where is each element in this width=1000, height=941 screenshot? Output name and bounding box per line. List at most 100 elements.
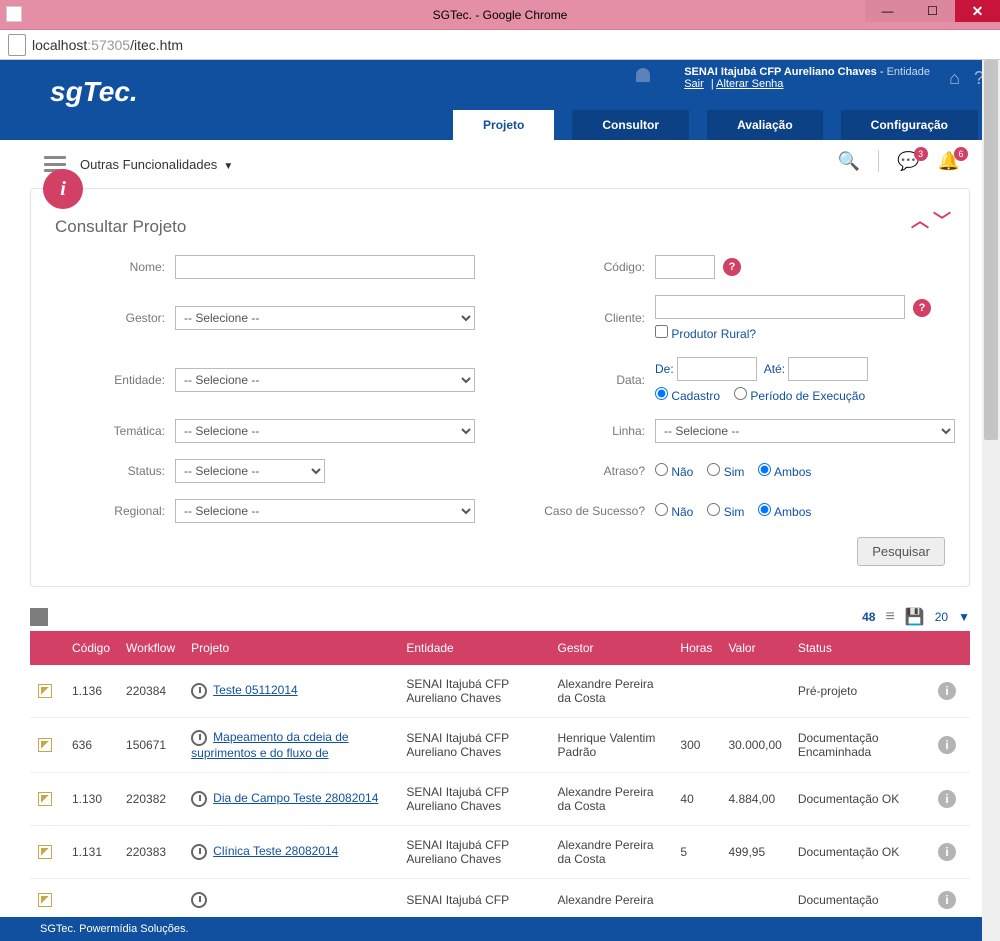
cell-status: Documentação OK	[790, 826, 930, 879]
page-size-caret[interactable]: ▼	[958, 610, 970, 624]
produtor-checkbox[interactable]	[655, 325, 668, 338]
codigo-help-icon[interactable]: ?	[723, 258, 741, 276]
divider	[878, 150, 879, 172]
scrollbar-thumb[interactable]	[984, 60, 998, 440]
project-link[interactable]: Clínica Teste 28082014	[213, 844, 338, 858]
collapse-down-icon[interactable]: ﹀	[933, 207, 951, 233]
toolbar: Outras Funcionalidades▼ 🔍 💬3 🔔6	[0, 140, 1000, 188]
nome-input[interactable]	[175, 255, 475, 279]
data-ate-input[interactable]	[788, 357, 868, 381]
window-minimize-button[interactable]: —	[865, 0, 910, 22]
nome-label: Nome:	[55, 260, 165, 274]
row-info-icon[interactable]: i	[938, 891, 956, 909]
cliente-help-icon[interactable]: ?	[913, 299, 931, 317]
row-info-icon[interactable]: i	[938, 736, 956, 754]
gestor-select[interactable]: -- Selecione --	[175, 306, 475, 330]
data-de-input[interactable]	[677, 357, 757, 381]
row-info-icon[interactable]: i	[938, 682, 956, 700]
edit-icon[interactable]	[38, 738, 52, 752]
cell-gestor: Alexandre Pereira da Costa	[550, 773, 673, 826]
regional-select[interactable]: -- Selecione --	[175, 499, 475, 523]
table-row[interactable]: 1.130220382Dia de Campo Teste 28082014SE…	[30, 773, 970, 826]
cell-codigo	[64, 879, 118, 922]
atraso-nao-radio[interactable]	[655, 463, 668, 476]
search-icon[interactable]: 🔍	[838, 151, 860, 172]
caso-nao-radio[interactable]	[655, 503, 668, 516]
page-icon	[6, 6, 22, 22]
notifications-icon[interactable]: 🔔6	[938, 151, 960, 172]
user-block: SENAI Itajubá CFP Aureliano Chaves - Ent…	[684, 66, 930, 90]
nav-tab-avaliação[interactable]: Avaliação	[707, 110, 823, 140]
edit-icon[interactable]	[38, 845, 52, 859]
table-row[interactable]: 1.131220383Clínica Teste 28082014SENAI I…	[30, 826, 970, 879]
home-icon[interactable]: ⌂	[949, 68, 960, 89]
cell-workflow: 220383	[118, 826, 183, 879]
cell-entidade: SENAI Itajubá CFP	[398, 879, 549, 922]
cell-entidade: SENAI Itajubá CFP Aureliano Chaves	[398, 718, 549, 773]
atraso-sim-radio[interactable]	[707, 463, 720, 476]
col-valor[interactable]: Valor	[720, 631, 789, 665]
logout-link[interactable]: Sair	[684, 78, 704, 90]
col-horas[interactable]: Horas	[672, 631, 720, 665]
window-close-button[interactable]: ✕	[955, 0, 1000, 22]
address-bar[interactable]: localhost:57305/itec.htm	[0, 30, 1000, 60]
cell-status: Documentação Encaminhada	[790, 718, 930, 773]
cliente-input[interactable]	[655, 295, 905, 319]
atraso-ambos-radio[interactable]	[758, 463, 771, 476]
search-panel: i ︿ ﹀ Consultar Projeto Nome: Código:? G…	[30, 188, 970, 587]
project-link[interactable]: Dia de Campo Teste 28082014	[213, 791, 378, 805]
col-entidade[interactable]: Entidade	[398, 631, 549, 665]
nav-tab-projeto[interactable]: Projeto	[453, 110, 554, 140]
row-info-icon[interactable]: i	[938, 790, 956, 808]
messages-icon[interactable]: 💬3	[897, 151, 919, 172]
save-icon[interactable]: 💾	[905, 607, 925, 627]
data-cadastro-radio[interactable]	[655, 387, 668, 400]
nav-tab-configuração[interactable]: Configuração	[841, 110, 978, 140]
row-info-icon[interactable]: i	[938, 843, 956, 861]
caso-ambos-radio[interactable]	[758, 503, 771, 516]
table-row[interactable]: 636150671Mapeamento da cdeia de suprimen…	[30, 718, 970, 773]
linha-select[interactable]: -- Selecione --	[655, 419, 955, 443]
table-row[interactable]: SENAI Itajubá CFPAlexandre PereiraDocume…	[30, 879, 970, 922]
col-projeto[interactable]: Projeto	[183, 631, 398, 665]
cell-valor: 499,95	[720, 826, 789, 879]
entidade-select[interactable]: -- Selecione --	[175, 368, 475, 392]
page-size: 20	[935, 610, 948, 624]
status-label: Status:	[55, 464, 165, 478]
regional-label: Regional:	[55, 504, 165, 518]
vertical-scrollbar[interactable]	[982, 60, 1000, 941]
caso-sim-radio[interactable]	[707, 503, 720, 516]
list-icon[interactable]: ≡	[885, 608, 894, 626]
window-maximize-button[interactable]: ☐	[910, 0, 955, 22]
col-gestor[interactable]: Gestor	[550, 631, 673, 665]
table-row[interactable]: 1.136220384Teste 05112014SENAI Itajubá C…	[30, 665, 970, 718]
col-workflow[interactable]: Workflow	[118, 631, 183, 665]
search-button[interactable]: Pesquisar	[857, 537, 945, 566]
cell-gestor: Alexandre Pereira	[550, 879, 673, 922]
col-código[interactable]: Código	[64, 631, 118, 665]
edit-icon[interactable]	[38, 893, 52, 907]
clock-icon	[191, 892, 207, 908]
project-link[interactable]: Teste 05112014	[213, 683, 298, 697]
cell-horas: 300	[672, 718, 720, 773]
file-icon	[8, 34, 26, 56]
edit-icon[interactable]	[38, 792, 52, 806]
produtor-label: Produtor Rural?	[671, 327, 756, 341]
clock-icon	[191, 844, 207, 860]
nav-tab-consultor[interactable]: Consultor	[572, 110, 689, 140]
columns-icon[interactable]	[30, 608, 48, 626]
messages-badge: 3	[914, 147, 928, 161]
other-functions-menu[interactable]: Outras Funcionalidades▼	[80, 157, 233, 172]
data-periodo-radio[interactable]	[734, 387, 747, 400]
col-status[interactable]: Status	[790, 631, 930, 665]
panel-title: Consultar Projeto	[55, 217, 945, 237]
tematica-select[interactable]: -- Selecione --	[175, 419, 475, 443]
cell-horas	[672, 665, 720, 718]
cell-valor	[720, 665, 789, 718]
project-link[interactable]: Mapeamento da cdeia de suprimentos e do …	[191, 730, 348, 760]
codigo-input[interactable]	[655, 255, 715, 279]
status-select[interactable]: -- Selecione --	[175, 459, 325, 483]
collapse-up-icon[interactable]: ︿	[911, 207, 929, 233]
change-password-link[interactable]: Alterar Senha	[716, 78, 783, 90]
edit-icon[interactable]	[38, 684, 52, 698]
